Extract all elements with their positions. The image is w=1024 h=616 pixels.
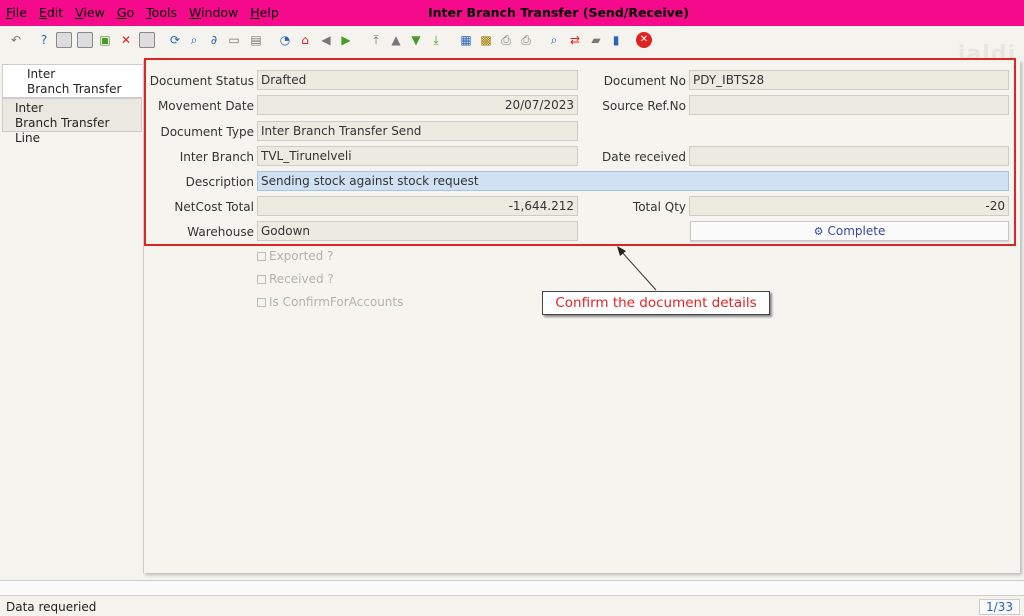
document-no-label: Document No xyxy=(603,74,686,88)
find-icon[interactable]: ⌕ xyxy=(186,32,202,48)
record-pager[interactable]: 1/33 xyxy=(979,599,1020,615)
date-received-field[interactable] xyxy=(689,146,1009,166)
exported-checkbox[interactable]: Exported ? xyxy=(257,249,333,263)
status-bar: Data requeried 1/33 xyxy=(0,598,1024,616)
tab-line2: Branch Transfer Line xyxy=(15,116,110,145)
first-record-icon[interactable]: ⤒ xyxy=(368,32,384,48)
document-status-field: Drafted xyxy=(257,70,578,90)
menu-edit[interactable]: Edit xyxy=(39,5,63,20)
description-field[interactable]: Sending stock against stock request xyxy=(257,171,1009,191)
total-qty-label: Total Qty xyxy=(632,200,686,214)
forward-icon[interactable]: ▶ xyxy=(338,32,354,48)
request-icon[interactable]: ▰ xyxy=(588,32,604,48)
description-label: Description xyxy=(185,175,254,189)
zoom-across-icon[interactable]: ⌕ xyxy=(546,32,562,48)
workflow-icon[interactable]: ⇄ xyxy=(567,32,583,48)
last-record-icon[interactable]: ⤓ xyxy=(428,32,444,48)
toolbar: ↶ ? ▣ ✕ ⟳ ⌕ ∂ ▭ ▤ ◔ ⌂ ◀ ▶ ⤒ ▲ ▼ ⤓ ▦ ▩ ⎙ … xyxy=(0,28,1024,67)
menu-help[interactable]: Help xyxy=(250,5,279,20)
movement-date-field[interactable]: 20/07/2023 xyxy=(257,95,578,115)
inter-branch-label: Inter Branch xyxy=(179,150,254,164)
document-no-field[interactable]: PDY_IBTS28 xyxy=(689,70,1009,90)
menu-file[interactable]: File xyxy=(6,5,27,20)
archive-icon[interactable]: ▩ xyxy=(478,32,494,48)
netcost-total-label: NetCost Total xyxy=(174,200,254,214)
checkbox-label: Exported ? xyxy=(269,249,334,263)
tab-line1: Inter xyxy=(27,67,56,81)
netcost-total-field: -1,644.212 xyxy=(257,196,578,216)
checkbox-label: Received ? xyxy=(269,272,334,286)
attachment-icon[interactable]: ∂ xyxy=(206,32,222,48)
refresh-icon[interactable]: ⟳ xyxy=(167,32,183,48)
next-record-icon[interactable]: ▼ xyxy=(408,32,424,48)
confirm-for-accounts-checkbox[interactable]: Is ConfirmForAccounts xyxy=(257,295,403,309)
exit-icon[interactable]: ✕ xyxy=(636,32,652,48)
new-record-icon[interactable] xyxy=(56,32,72,48)
document-type-label: Document Type xyxy=(160,125,254,139)
back-icon[interactable]: ◀ xyxy=(318,32,334,48)
gear-icon: ⚙ xyxy=(813,224,824,238)
menu-window[interactable]: Window xyxy=(189,5,238,20)
complete-button-label: Complete xyxy=(827,224,886,238)
checkbox-box xyxy=(257,274,266,284)
movement-date-label: Movement Date xyxy=(157,99,254,113)
received-checkbox[interactable]: Received ? xyxy=(257,272,334,286)
history-icon[interactable]: ◔ xyxy=(277,32,293,48)
source-ref-field[interactable] xyxy=(689,95,1009,115)
report-icon[interactable]: ▦ xyxy=(458,32,474,48)
tab-inter-branch-transfer[interactable]: Inter Branch Transfer xyxy=(2,64,142,98)
delete-icon[interactable]: ✕ xyxy=(118,32,134,48)
delete-selection-icon[interactable] xyxy=(139,32,155,48)
undo-icon[interactable]: ↶ xyxy=(8,32,24,48)
menu-view[interactable]: View xyxy=(75,5,105,20)
help-icon[interactable]: ? xyxy=(36,32,52,48)
tab-inter-branch-transfer-line[interactable]: Inter Branch Transfer Line xyxy=(2,98,142,145)
complete-button[interactable]: ⚙ Complete xyxy=(690,221,1009,241)
window-title: Inter Branch Transfer (Send/Receive) xyxy=(428,5,689,20)
status-message: Data requeried xyxy=(6,600,97,614)
source-ref-label: Source Ref.No xyxy=(602,99,686,113)
product-info-icon[interactable]: ▮ xyxy=(608,32,624,48)
save-icon[interactable]: ▣ xyxy=(97,32,113,48)
checkbox-box xyxy=(257,251,266,261)
tab-line2: Branch Transfer xyxy=(27,82,122,96)
print-icon[interactable]: ⎙ xyxy=(518,32,534,48)
document-status-label: Document Status xyxy=(149,74,254,88)
previous-record-icon[interactable]: ▲ xyxy=(388,32,404,48)
warehouse-field[interactable]: Godown xyxy=(257,221,578,241)
copy-record-icon[interactable] xyxy=(77,32,93,48)
annotation-callout: Confirm the document details xyxy=(542,291,770,315)
grid-toggle-icon[interactable]: ▤ xyxy=(248,32,264,48)
menu-tools[interactable]: Tools xyxy=(146,5,177,20)
menu-bar: File Edit View Go Tools Window Help xyxy=(6,5,291,20)
info-strip xyxy=(0,580,1024,596)
checkbox-label: Is ConfirmForAccounts xyxy=(269,295,404,309)
warehouse-label: Warehouse xyxy=(187,225,254,239)
title-bar: File Edit View Go Tools Window Help Inte… xyxy=(0,0,1024,26)
home-icon[interactable]: ⌂ xyxy=(297,32,313,48)
date-received-label: Date received xyxy=(602,150,686,164)
tab-line1: Inter xyxy=(15,101,44,115)
print-preview-icon[interactable]: ⎙ xyxy=(498,32,514,48)
chat-icon[interactable]: ▭ xyxy=(226,32,242,48)
document-type-field[interactable]: Inter Branch Transfer Send xyxy=(257,121,578,141)
total-qty-field: -20 xyxy=(689,196,1009,216)
inter-branch-field[interactable]: TVL_Tirunelveli xyxy=(257,146,578,166)
menu-go[interactable]: Go xyxy=(117,5,134,20)
checkbox-box xyxy=(257,297,266,307)
